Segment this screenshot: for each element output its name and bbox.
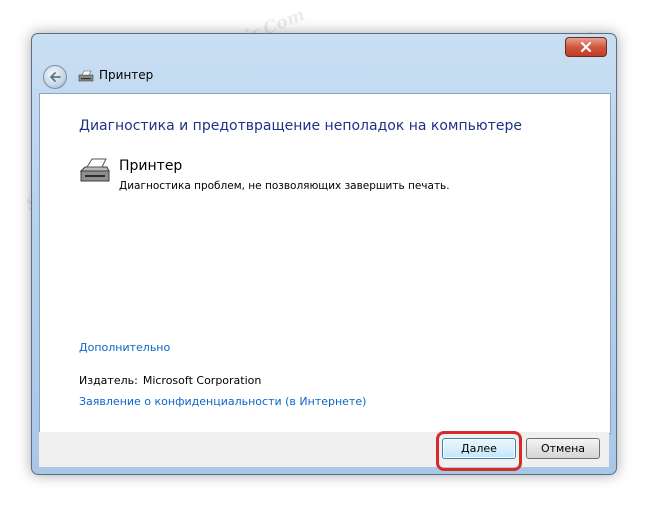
next-button[interactable]: Далее xyxy=(442,438,516,459)
printer-icon xyxy=(78,70,94,82)
printer-icon xyxy=(79,158,110,182)
troubleshooter-window: Принтер Диагностика и предотвращение неп… xyxy=(31,33,617,475)
button-bar xyxy=(39,432,609,467)
close-button[interactable] xyxy=(565,37,607,57)
page-heading: Диагностика и предотвращение неполадок н… xyxy=(79,118,522,134)
publisher-row: Издатель: Microsoft Corporation xyxy=(79,374,261,387)
cancel-button[interactable]: Отмена xyxy=(526,438,600,459)
content-panel: Диагностика и предотвращение неполадок н… xyxy=(39,93,611,434)
item-title: Принтер xyxy=(119,158,183,174)
item-description: Диагностика проблем, не позволяющих заве… xyxy=(119,180,450,192)
window-title: Принтер xyxy=(99,68,154,82)
back-button[interactable] xyxy=(43,65,67,89)
advanced-link[interactable]: Дополнительно xyxy=(79,341,170,354)
privacy-link[interactable]: Заявление о конфиденциальности (в Интерн… xyxy=(79,395,366,408)
publisher-label: Издатель: xyxy=(79,374,138,387)
back-arrow-icon xyxy=(50,72,61,82)
close-icon xyxy=(580,42,592,52)
publisher-value: Microsoft Corporation xyxy=(142,374,262,387)
